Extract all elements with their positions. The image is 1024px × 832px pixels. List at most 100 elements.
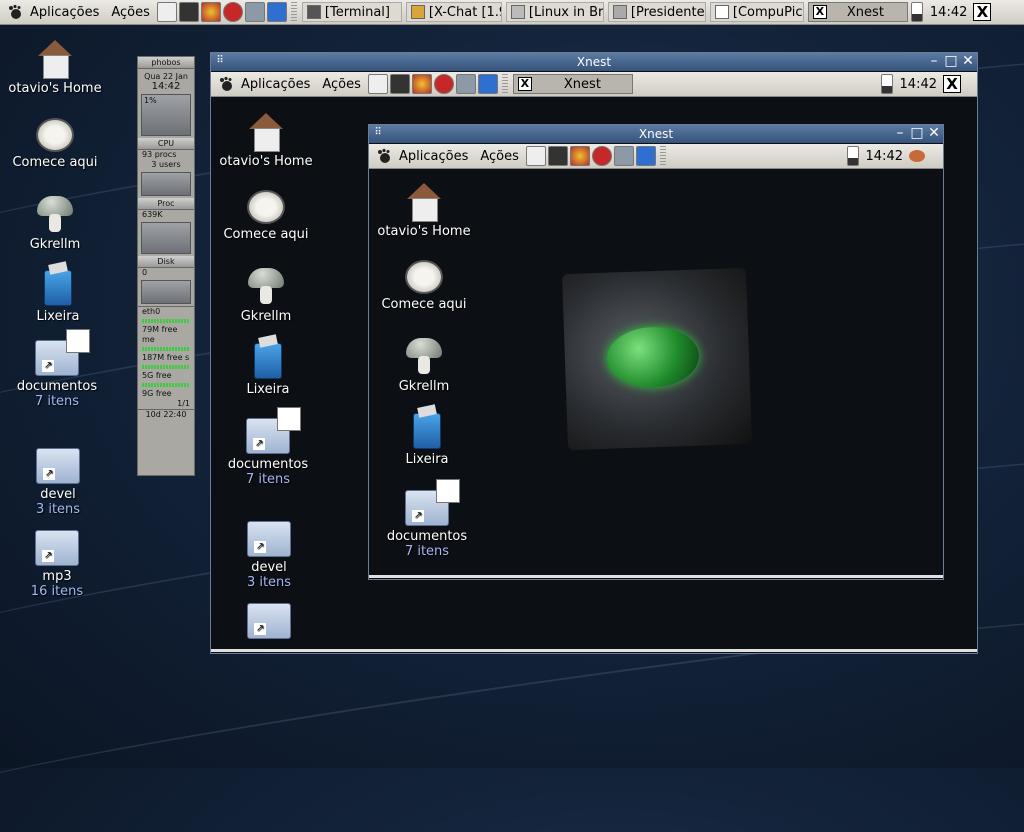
gnome-foot-icon[interactable]	[6, 3, 24, 21]
xchat-icon	[410, 5, 425, 19]
task-presidente[interactable]: [Presidente d	[607, 2, 706, 22]
task-linux-in-bra[interactable]: [Linux in Bra	[505, 2, 604, 22]
desktop-icon-home[interactable]: otavio's Home	[0, 40, 110, 96]
workspace-switcher-icon[interactable]	[846, 146, 859, 166]
folder-icon	[35, 530, 79, 566]
desktop-icon-gkrellm[interactable]: Gkrellm	[211, 268, 321, 324]
actions-menu[interactable]: Ações	[105, 5, 156, 20]
xchat-launcher-icon[interactable]	[569, 146, 590, 166]
applications-menu[interactable]: Aplicações	[24, 5, 105, 20]
workspace-switcher-icon[interactable]	[880, 74, 893, 94]
evolution-launcher-icon[interactable]	[477, 74, 498, 94]
browser-icon	[510, 5, 525, 19]
redhat-launcher-icon[interactable]	[222, 2, 243, 22]
desktop-icon-trash[interactable]: Lixeira	[372, 413, 482, 467]
desktop-icon-trash[interactable]: Lixeira	[3, 270, 113, 324]
redhat-launcher-icon[interactable]	[591, 146, 612, 166]
folder-icon	[247, 603, 291, 639]
archive-launcher-icon[interactable]	[455, 74, 476, 94]
applications-menu[interactable]: Aplicações	[393, 149, 474, 164]
notification-icon[interactable]	[909, 150, 925, 162]
desktop-icon-documentos[interactable]: documentos 7 itens	[372, 479, 482, 559]
close-icon[interactable]: ✕	[927, 126, 941, 140]
house-icon	[249, 113, 283, 152]
x-logo-icon[interactable]: X	[943, 75, 961, 93]
gkrellm-time: 14:42	[151, 81, 181, 92]
desktop-icon-folder[interactable]	[214, 603, 324, 642]
trash-icon	[413, 413, 441, 449]
gnome-foot-icon[interactable]	[375, 147, 393, 165]
window-menu-icon[interactable]: ⠿	[371, 126, 385, 140]
panel-clock[interactable]: 14:42	[860, 149, 909, 164]
trash-icon	[254, 343, 282, 379]
xchat-launcher-icon[interactable]	[200, 2, 221, 22]
archive-launcher-icon[interactable]	[613, 146, 634, 166]
actions-menu[interactable]: Ações	[316, 77, 367, 92]
maximize-icon[interactable]: □	[944, 54, 958, 68]
desktop-icon-devel[interactable]: devel 3 itens	[3, 448, 113, 517]
x-logo-icon[interactable]: X	[973, 3, 992, 21]
fs2-free: 9G free	[142, 389, 172, 398]
mem-free: 79M free me	[142, 325, 178, 344]
mushroom-icon	[37, 196, 73, 234]
desktop-icon-gkrellm[interactable]: Gkrellm	[369, 338, 479, 394]
home-launcher-icon[interactable]	[367, 74, 388, 94]
evolution-launcher-icon[interactable]	[266, 2, 287, 22]
evolution-launcher-icon[interactable]	[635, 146, 656, 166]
desktop-icon-devel[interactable]: devel 3 itens	[214, 521, 324, 590]
desktop-icon-trash[interactable]: Lixeira	[213, 343, 323, 397]
uptime: 10d 22:40	[138, 409, 194, 420]
terminal-icon	[306, 5, 321, 19]
desktop-icon-home[interactable]: otavio's Home	[369, 183, 479, 239]
desktop-icon-start-here[interactable]: Comece aqui	[369, 260, 479, 312]
minimize-icon[interactable]: –	[893, 126, 907, 140]
workspace-switcher-icon[interactable]	[910, 2, 923, 22]
desktop-icon-start-here[interactable]: Comece aqui	[211, 190, 321, 242]
panel-clock[interactable]: 14:42	[924, 5, 973, 20]
desktop-icon-documentos[interactable]: documentos 7 itens	[2, 329, 112, 409]
disk-graph	[141, 280, 191, 304]
cpu-graph-2	[141, 172, 191, 196]
desktop-icon-start-here[interactable]: Comece aqui	[0, 118, 110, 170]
mem-bar	[142, 347, 190, 351]
task-compupic[interactable]: [CompuPic -	[709, 2, 804, 22]
panel-separator	[290, 2, 297, 22]
panel-clock[interactable]: 14:42	[894, 77, 943, 92]
gkrellm-monitor[interactable]: phobos Qua 22 Jan 14:42 1% CPU 93 procs …	[137, 56, 195, 476]
home-launcher-icon[interactable]	[156, 2, 177, 22]
window-titlebar[interactable]: ⠿ Xnest – □ ✕	[369, 125, 943, 143]
desktop-icon-home[interactable]: otavio's Home	[211, 113, 321, 169]
actions-menu[interactable]: Ações	[474, 149, 525, 164]
window-titlebar[interactable]: ⠿ Xnest – □ ✕	[211, 53, 977, 71]
terminal-launcher-icon[interactable]	[178, 2, 199, 22]
redhat-launcher-icon[interactable]	[433, 74, 454, 94]
close-icon[interactable]: ✕	[961, 54, 975, 68]
window-menu-icon[interactable]: ⠿	[213, 54, 227, 68]
fs1-free: 5G free	[142, 371, 172, 380]
xchat-launcher-icon[interactable]	[411, 74, 432, 94]
window-bottom-edge	[211, 649, 977, 652]
trash-icon	[44, 270, 72, 306]
maximize-icon[interactable]: □	[910, 126, 924, 140]
archive-launcher-icon[interactable]	[244, 2, 265, 22]
gnome-foot-icon[interactable]	[217, 75, 235, 93]
task-xnest[interactable]: X Xnest	[807, 2, 908, 22]
proc-label: Proc	[138, 198, 194, 210]
proc-value: 639K	[142, 210, 163, 219]
window-bottom-edge	[369, 575, 943, 578]
terminal-launcher-icon[interactable]	[389, 74, 410, 94]
desktop-icon-documentos[interactable]: documentos 7 itens	[213, 407, 323, 487]
panel-separator	[501, 74, 508, 94]
compass-icon	[247, 190, 285, 224]
task-xnest[interactable]: X Xnest	[512, 74, 633, 94]
disk-label: Disk	[138, 256, 194, 268]
home-launcher-icon[interactable]	[525, 146, 546, 166]
minimize-icon[interactable]: –	[927, 54, 941, 68]
desktop-icon-gkrellm[interactable]: Gkrellm	[0, 196, 110, 252]
xnest-window-inner[interactable]: ⠿ Xnest – □ ✕ Aplicações Ações 14:42 ota…	[368, 124, 944, 580]
task-terminal[interactable]: [Terminal]	[301, 2, 402, 22]
task-xchat[interactable]: [X-Chat [1.9	[405, 2, 502, 22]
applications-menu[interactable]: Aplicações	[235, 77, 316, 92]
terminal-launcher-icon[interactable]	[547, 146, 568, 166]
desktop-icon-mp3[interactable]: mp3 16 itens	[2, 530, 112, 599]
